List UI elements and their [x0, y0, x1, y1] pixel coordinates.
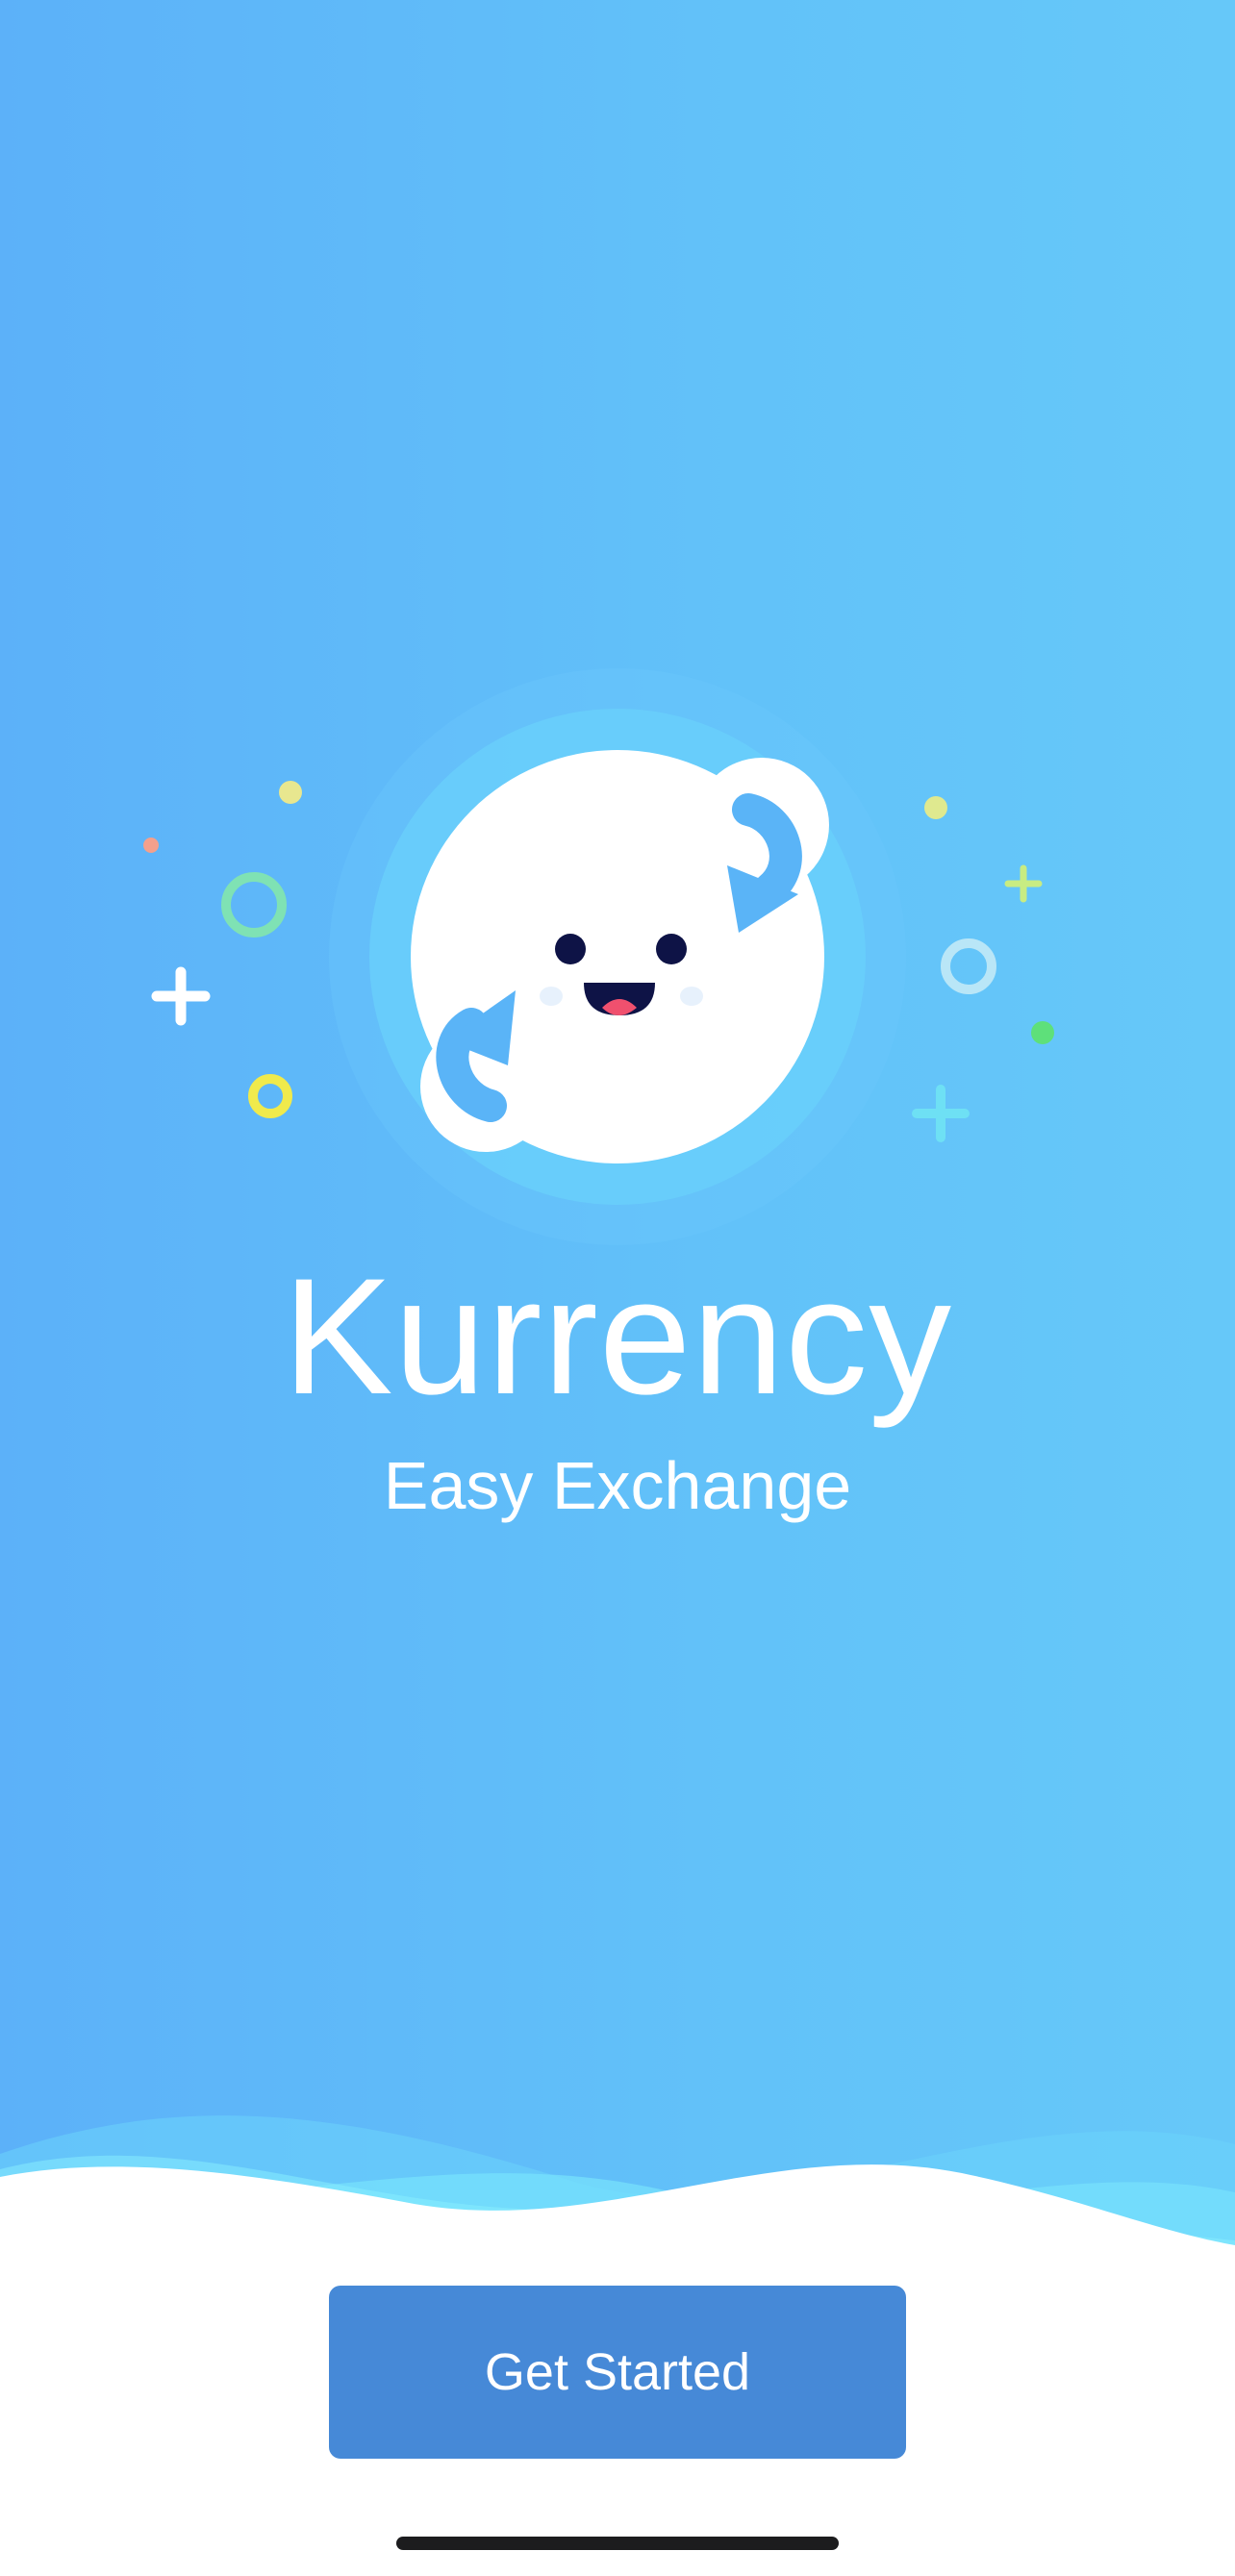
get-started-button[interactable]: Get Started	[329, 2286, 906, 2459]
dot-icon	[143, 838, 159, 853]
left-cheek	[540, 987, 563, 1006]
plus-icon	[912, 1085, 970, 1142]
dot-icon	[924, 796, 947, 819]
home-indicator[interactable]	[396, 2537, 839, 2550]
left-eye	[555, 934, 586, 964]
ring-icon	[941, 938, 996, 994]
ring-icon	[221, 872, 287, 938]
app-title: Kurrency	[282, 1244, 953, 1429]
plus-icon	[1004, 864, 1043, 903]
app-subtitle: Easy Exchange	[383, 1448, 852, 1523]
plus-icon	[151, 966, 211, 1026]
dot-icon	[1031, 1021, 1054, 1044]
right-eye	[656, 934, 687, 964]
dot-icon	[279, 781, 302, 804]
ring-icon	[248, 1074, 292, 1118]
onboarding-screen: Kurrency Easy Exchange Get Started	[0, 0, 1235, 2576]
right-cheek	[680, 987, 703, 1006]
